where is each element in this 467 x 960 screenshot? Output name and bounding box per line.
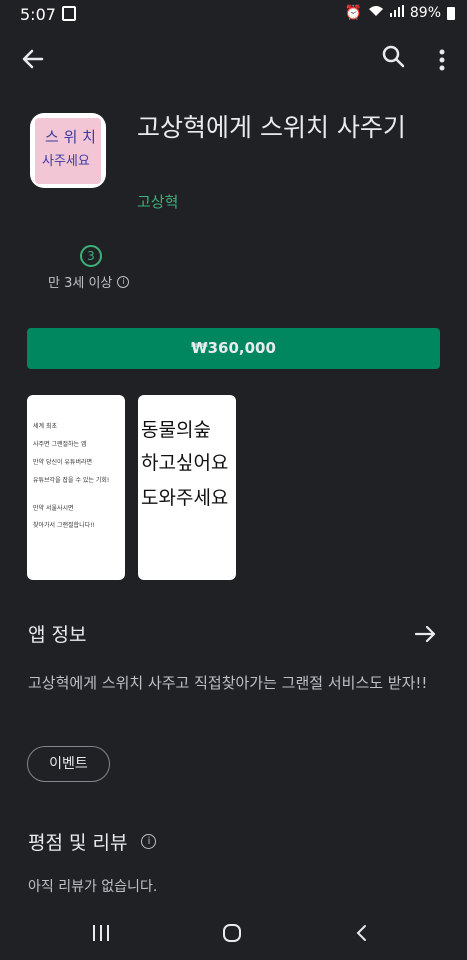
back-button[interactable]: [18, 44, 48, 74]
status-icons: ⏰ 89%: [344, 5, 455, 21]
battery-percent: 89%: [409, 5, 441, 21]
more-options-button[interactable]: [432, 45, 452, 73]
alarm-icon: ⏰: [344, 5, 362, 21]
screenshot-text: 사주면 그랜절하는 앱: [33, 441, 87, 448]
battery-icon: [447, 6, 455, 20]
ratings-reviews-heading: 평점 및 리뷰 i: [28, 828, 157, 855]
search-icon: [382, 45, 405, 68]
recent-apps-button[interactable]: [92, 924, 110, 942]
chevron-left-icon: [356, 925, 366, 941]
about-title: 앱 정보: [28, 624, 87, 646]
recent-apps-icon: [93, 925, 109, 941]
info-icon[interactable]: i: [141, 834, 157, 849]
search-button[interactable]: [380, 43, 408, 71]
screenshot-text: 유튜브각을 잡을 수 있는 기회!: [33, 477, 110, 484]
more-vert-icon: [439, 49, 445, 71]
no-reviews-text: 아직 리뷰가 없습니다.: [28, 879, 158, 895]
arrow-left-icon: [22, 49, 44, 69]
developer-link[interactable]: 고상혁: [137, 191, 178, 212]
screenshot-text: 동물의숲: [141, 419, 211, 441]
status-time: 5:07: [20, 5, 56, 24]
category-chip[interactable]: 이벤트: [27, 746, 110, 782]
screenshot-1[interactable]: 세계 최초 사주면 그랜절하는 앱 만약 당신이 유튜버라면 유튜브각을 잡을 …: [27, 395, 125, 580]
arrow-right-icon: [414, 625, 436, 643]
ratings-reviews-title: 평점 및 리뷰: [28, 832, 128, 854]
app-title: 고상혁에게 스위치 사주기: [137, 113, 406, 142]
signal-icon: [389, 5, 404, 21]
app-icon: 스 위 치 사주세요: [30, 113, 106, 188]
app-icon-text-line1: 스 위 치: [45, 128, 96, 146]
info-icon: i: [117, 275, 130, 288]
screenshot-text: 세계 최초: [33, 423, 57, 430]
screenshot-text: 하고싶어요: [141, 452, 229, 474]
home-icon: [223, 924, 241, 942]
screenshot-text: 도와주세요: [141, 487, 229, 509]
age-rating[interactable]: 만 3세 이상 i: [48, 272, 130, 291]
app-icon-image: 스 위 치 사주세요: [35, 118, 101, 184]
age-rating-icon: 3: [80, 245, 102, 267]
screenshot-text: 찾아가서 그랜절합니다!!: [33, 522, 95, 529]
app-icon-text-line2: 사주세요: [42, 154, 90, 169]
about-expand-button[interactable]: [413, 622, 439, 646]
screenshot-text: 만약 서울사시면: [33, 505, 74, 512]
system-back-button[interactable]: [355, 924, 369, 942]
screenshot-2[interactable]: 동물의숲 하고싶어요 도와주세요: [138, 395, 236, 580]
twitch-icon: [62, 6, 76, 21]
screenshot-text: 만약 당신이 유튜버라면: [33, 459, 93, 466]
wifi-icon: [368, 5, 384, 21]
age-rating-label: 만 3세 이상: [48, 276, 113, 291]
status-bar: 5:07 ⏰ 89%: [0, 0, 467, 30]
buy-button[interactable]: ₩360,000: [27, 328, 440, 369]
home-button[interactable]: [222, 923, 242, 943]
about-description: 고상혁에게 스위치 사주고 직접찾아가는 그랜절 서비스도 받자!!: [28, 674, 428, 692]
